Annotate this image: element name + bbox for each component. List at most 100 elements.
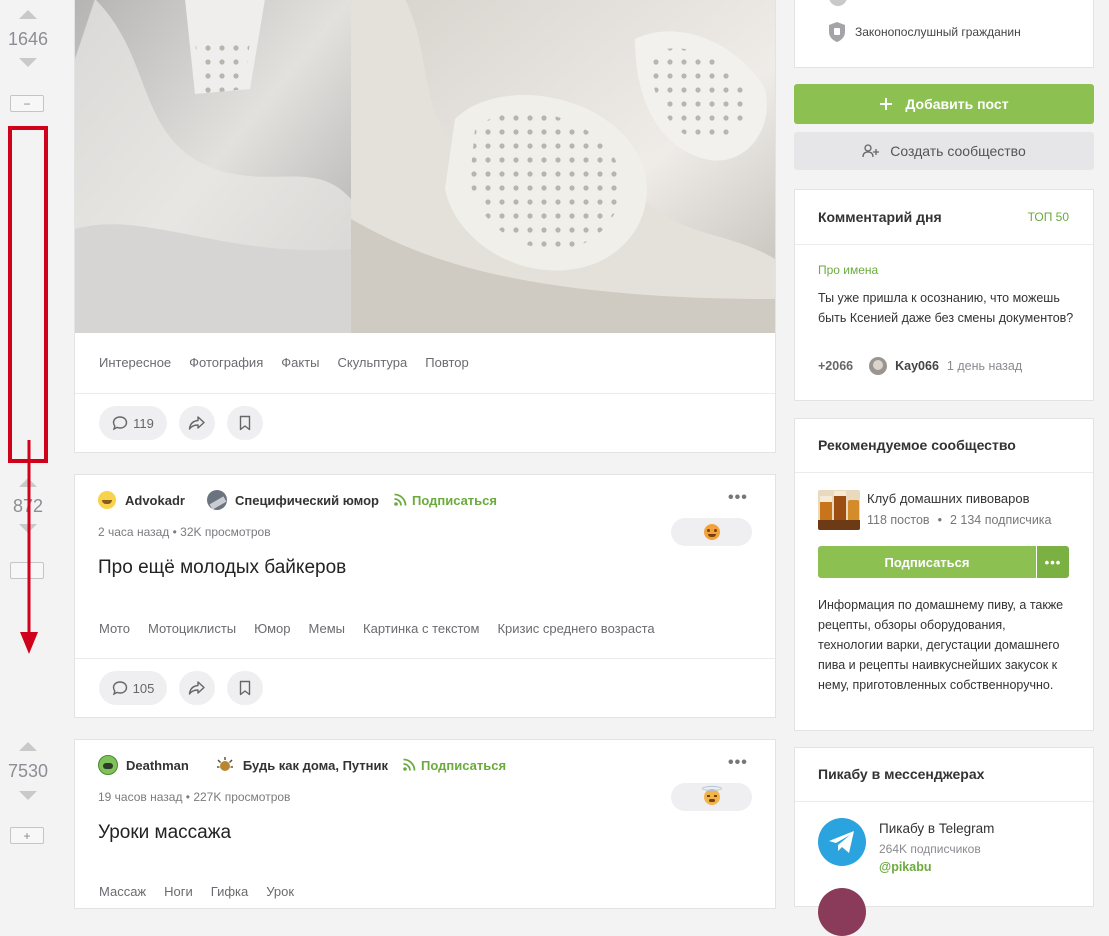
post-card: Deathman Будь как дома, Путник Подписать… — [74, 739, 776, 909]
divider — [795, 472, 1093, 473]
community-name[interactable]: Специфический юмор — [235, 493, 379, 508]
community-avatar[interactable] — [215, 755, 235, 775]
post-card: Advokadr Специфический юмор Подписаться … — [74, 474, 776, 718]
post-title[interactable]: Про ещё молодых байкеров — [98, 557, 346, 579]
plus-icon — [880, 98, 893, 110]
comments-button[interactable]: 105 — [99, 671, 167, 705]
comment-time: 1 день назад — [946, 359, 1023, 373]
post-image[interactable] — [75, 0, 775, 333]
divider — [75, 393, 775, 394]
create-community-button[interactable]: Создать сообщество — [794, 132, 1094, 170]
annotation-rectangle — [8, 126, 48, 463]
comments-button[interactable]: 119 — [99, 406, 167, 440]
community-posts: 118 постов — [867, 513, 930, 527]
subscribe-link[interactable]: Подписаться — [402, 758, 506, 773]
tag-list: Массаж Ноги Гифка Урок — [99, 884, 312, 899]
tag[interactable]: Юмор — [254, 621, 290, 636]
plus-button[interactable]: + — [10, 827, 44, 844]
tag[interactable]: Скульптура — [338, 355, 408, 370]
messenger-avatar[interactable] — [818, 888, 866, 936]
post-meta: 19 часов назад • 227K просмотров — [98, 790, 291, 804]
upvote-icon[interactable] — [19, 742, 37, 751]
share-icon — [188, 681, 205, 695]
community-description: Информация по домашнему пиву, а также ре… — [818, 598, 1064, 692]
comment-text: Ты уже пришла к осознанию, что можешь бы… — [818, 291, 1074, 325]
rss-icon — [403, 758, 416, 771]
tag[interactable]: Мотоциклисты — [148, 621, 236, 636]
community-name[interactable]: Клуб домашних пивоваров — [867, 491, 1029, 506]
divider — [75, 658, 775, 659]
badge-label: Законопослушный гражданин — [855, 25, 1021, 39]
subscribe-button[interactable]: Подписаться — [818, 546, 1036, 578]
messenger-subs: 264K подписчиков — [879, 842, 981, 856]
avatar[interactable] — [98, 755, 118, 775]
community-image[interactable] — [818, 490, 860, 530]
share-button[interactable] — [179, 406, 215, 440]
divider — [795, 801, 1093, 802]
share-button[interactable] — [179, 671, 215, 705]
comment-author[interactable]: Kay066 — [895, 359, 939, 373]
messenger-handle[interactable]: @pikabu — [879, 860, 931, 874]
subscribe-link[interactable]: Подписаться — [393, 493, 497, 508]
community-name[interactable]: Будь как дома, Путник — [243, 758, 388, 773]
tag[interactable]: Интересное — [99, 355, 171, 370]
minus-button[interactable]: − — [10, 95, 44, 112]
emoji-icon — [703, 524, 720, 540]
divider — [795, 244, 1093, 245]
messenger-name[interactable]: Пикабу в Telegram — [879, 821, 994, 836]
stats-separator: • — [937, 513, 942, 527]
subscribe-label: Подписаться — [421, 757, 507, 773]
tag[interactable]: Гифка — [211, 884, 248, 899]
more-options-icon[interactable]: ••• — [728, 754, 748, 772]
post-title[interactable]: Уроки массажа — [98, 822, 231, 844]
downvote-icon[interactable] — [19, 58, 37, 67]
comments-count: 105 — [132, 680, 155, 696]
shield-icon — [829, 22, 845, 42]
bookmark-button[interactable] — [227, 671, 263, 705]
post-header: Advokadr Специфический юмор Подписаться — [98, 490, 497, 510]
reaction-badge[interactable] — [671, 783, 752, 811]
comment-score: +2066 — [818, 359, 854, 373]
tag[interactable]: Массаж — [99, 884, 146, 899]
vote-score: 7530 — [7, 761, 49, 781]
annotation-arrowhead — [20, 632, 38, 654]
avatar[interactable] — [869, 357, 888, 375]
tag[interactable]: Факты — [281, 355, 319, 370]
more-options-icon[interactable]: ••• — [728, 489, 748, 507]
author-name[interactable]: Advokadr — [125, 493, 185, 508]
top50-link[interactable]: ТОП 50 — [1028, 210, 1069, 224]
reaction-badge[interactable] — [671, 518, 752, 546]
avatar[interactable] — [98, 491, 116, 509]
tag[interactable]: Ноги — [164, 884, 193, 899]
share-icon — [188, 416, 205, 430]
tag[interactable]: Картинка с текстом — [363, 621, 479, 636]
vote-score: 1646 — [7, 29, 49, 49]
add-post-label: Добавить пост — [905, 96, 1009, 112]
downvote-icon[interactable] — [19, 791, 37, 800]
community-avatar[interactable] — [206, 490, 227, 510]
comment-meta: +2066 Kay066 1 день назад — [818, 357, 1022, 375]
post-card: Интересное Фотография Факты Скульптура П… — [74, 0, 776, 453]
tag[interactable]: Мото — [99, 621, 130, 636]
comment-of-day-card: Комментарий дня ТОП 50 Про имена Ты уже … — [794, 189, 1094, 401]
bookmark-button[interactable] — [227, 406, 263, 440]
author-name[interactable]: Deathman — [126, 758, 189, 773]
emoji-icon — [701, 786, 722, 805]
tag[interactable]: Повтор — [425, 355, 468, 370]
add-post-button[interactable]: Добавить пост — [794, 84, 1094, 124]
user-badges-card: Законопослушный гражданин — [794, 0, 1094, 68]
upvote-icon[interactable] — [19, 10, 37, 19]
tag[interactable]: Мемы — [309, 621, 346, 636]
tag[interactable]: Кризис среднего возраста — [497, 621, 654, 636]
community-subscribers: 2 134 подписчика — [949, 513, 1052, 527]
bookmark-icon — [239, 415, 251, 431]
post-link[interactable]: Про имена — [818, 263, 878, 277]
post-header: Deathman Будь как дома, Путник Подписать… — [98, 755, 506, 775]
badge-row: Законопослушный гражданин — [827, 21, 1021, 43]
tag[interactable]: Урок — [266, 884, 294, 899]
tag[interactable]: Фотография — [189, 355, 263, 370]
telegram-icon[interactable] — [818, 818, 866, 866]
comment-icon — [112, 681, 127, 696]
more-options-icon[interactable]: ••• — [1037, 546, 1069, 578]
tag-list: Интересное Фотография Факты Скульптура П… — [99, 355, 487, 370]
